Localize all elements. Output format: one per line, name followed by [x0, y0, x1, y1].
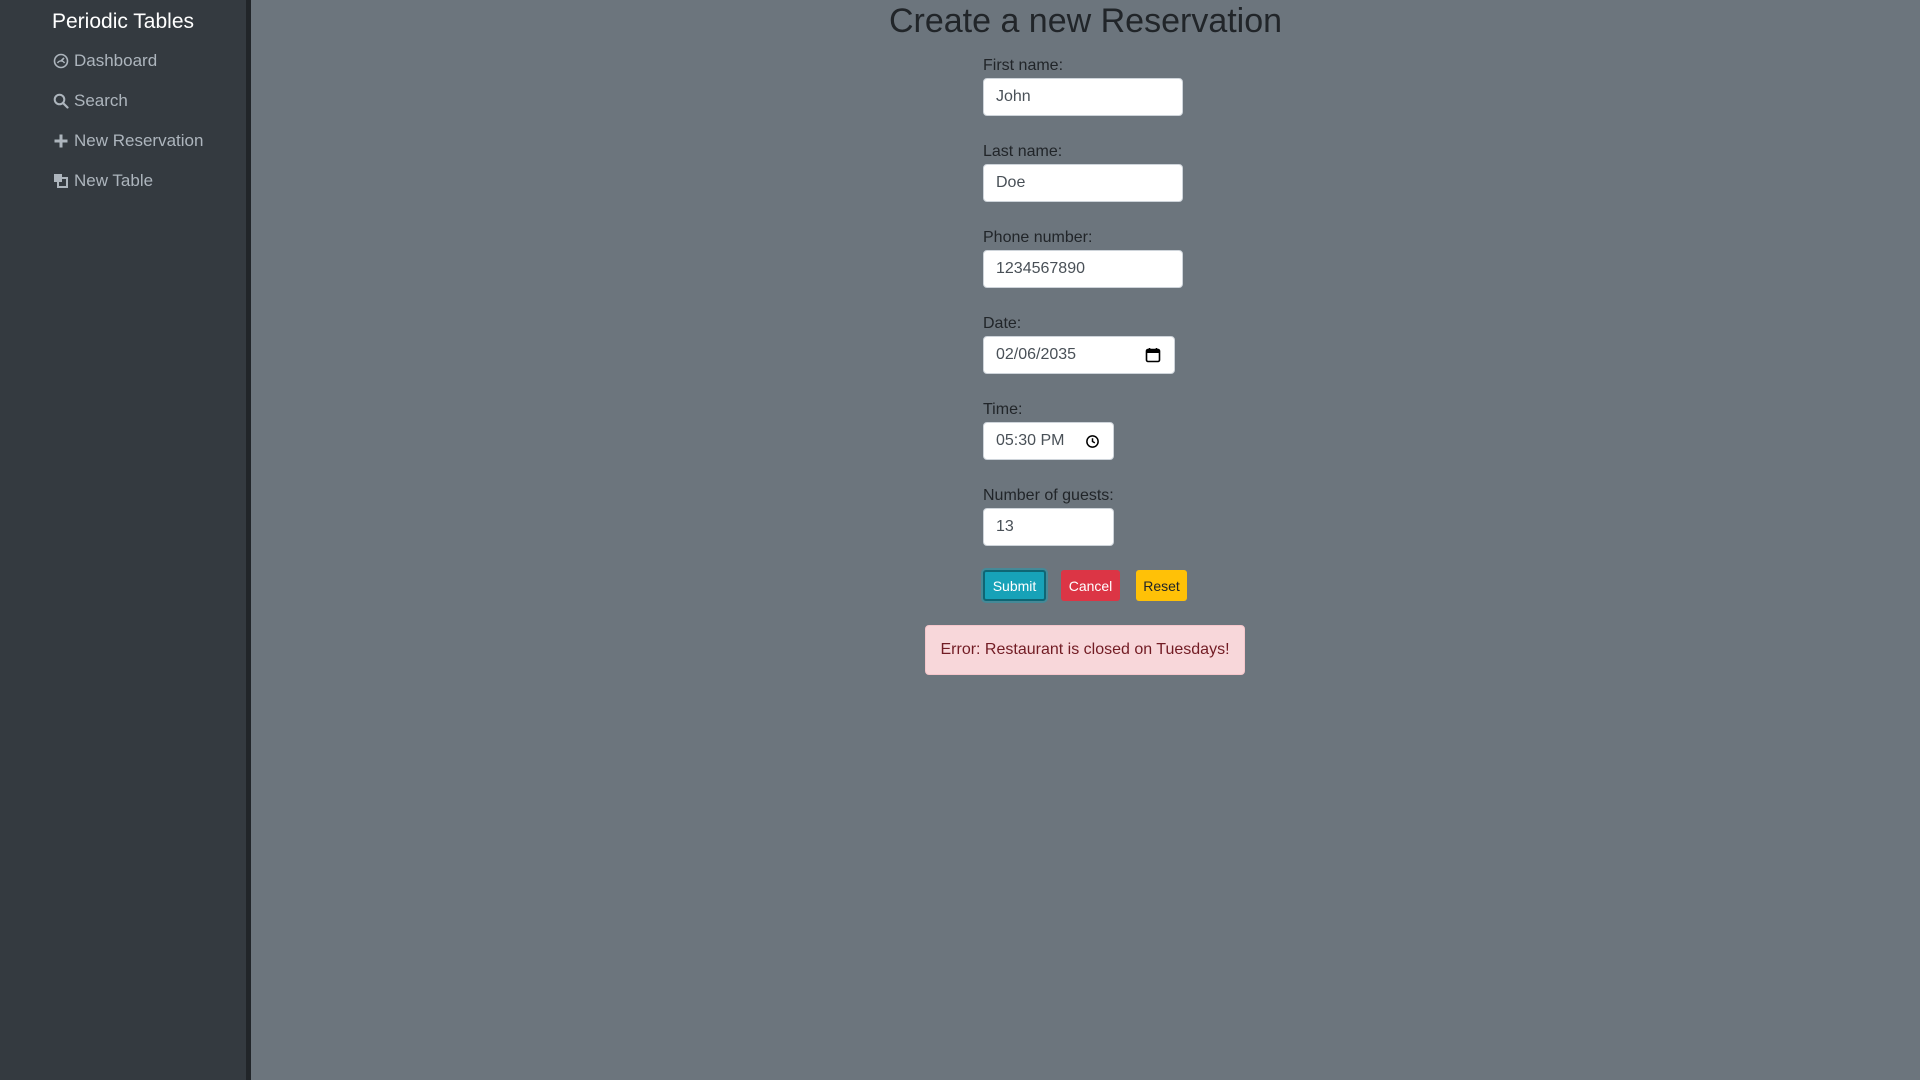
- time-label: Time:: [983, 401, 1023, 418]
- submit-button[interactable]: Submit: [983, 570, 1046, 601]
- first-name-input[interactable]: John: [983, 78, 1183, 116]
- first-name-label: First name:: [983, 57, 1064, 74]
- dashboard-icon: [52, 52, 70, 70]
- guests-label: Number of guests:: [983, 487, 1114, 504]
- reset-button[interactable]: Reset: [1136, 570, 1187, 601]
- sidebar-item-new-reservation[interactable]: New Reservation: [52, 127, 203, 155]
- sidebar-item-new-table[interactable]: New Table: [52, 167, 153, 195]
- error-alert: Error: Restaurant is closed on Tuesdays!: [925, 625, 1245, 675]
- last-name-value: Doe: [996, 174, 1026, 191]
- first-name-value: John: [996, 88, 1031, 105]
- phone-value: 1234567890: [996, 260, 1085, 277]
- sidebar-item-search[interactable]: Search: [52, 87, 128, 115]
- sidebar-item-label: Search: [74, 91, 128, 110]
- guests-input[interactable]: 13: [983, 508, 1114, 546]
- last-name-input[interactable]: Doe: [983, 164, 1183, 202]
- date-input[interactable]: 02/06/2035: [983, 336, 1175, 374]
- search-icon: [52, 92, 70, 110]
- date-value: 02/06/2035: [996, 346, 1077, 363]
- calendar-icon[interactable]: [1144, 346, 1162, 364]
- page-title: Create a new Reservation: [888, 2, 1283, 40]
- guests-value: 13: [996, 518, 1014, 535]
- sidebar-item-label: Dashboard: [74, 51, 158, 70]
- clock-icon[interactable]: [1083, 432, 1101, 450]
- cancel-button[interactable]: Cancel: [1061, 570, 1120, 601]
- brand-title[interactable]: Periodic Tables: [0, 8, 246, 36]
- sidebar-item-label: New Table: [74, 171, 154, 190]
- sidebar: Periodic Tables Dashboard Search New Res…: [0, 0, 251, 1080]
- phone-label: Phone number:: [983, 229, 1093, 246]
- layers-icon: [52, 172, 70, 190]
- sidebar-item-label: New Reservation: [74, 131, 204, 150]
- phone-input[interactable]: 1234567890: [983, 250, 1183, 288]
- time-value: 05:30 PM: [996, 432, 1065, 449]
- plus-icon: [52, 132, 70, 150]
- sidebar-item-dashboard[interactable]: Dashboard: [52, 47, 157, 75]
- last-name-label: Last name:: [983, 143, 1063, 160]
- time-input[interactable]: 05:30 PM: [983, 422, 1114, 460]
- date-label: Date:: [983, 315, 1022, 332]
